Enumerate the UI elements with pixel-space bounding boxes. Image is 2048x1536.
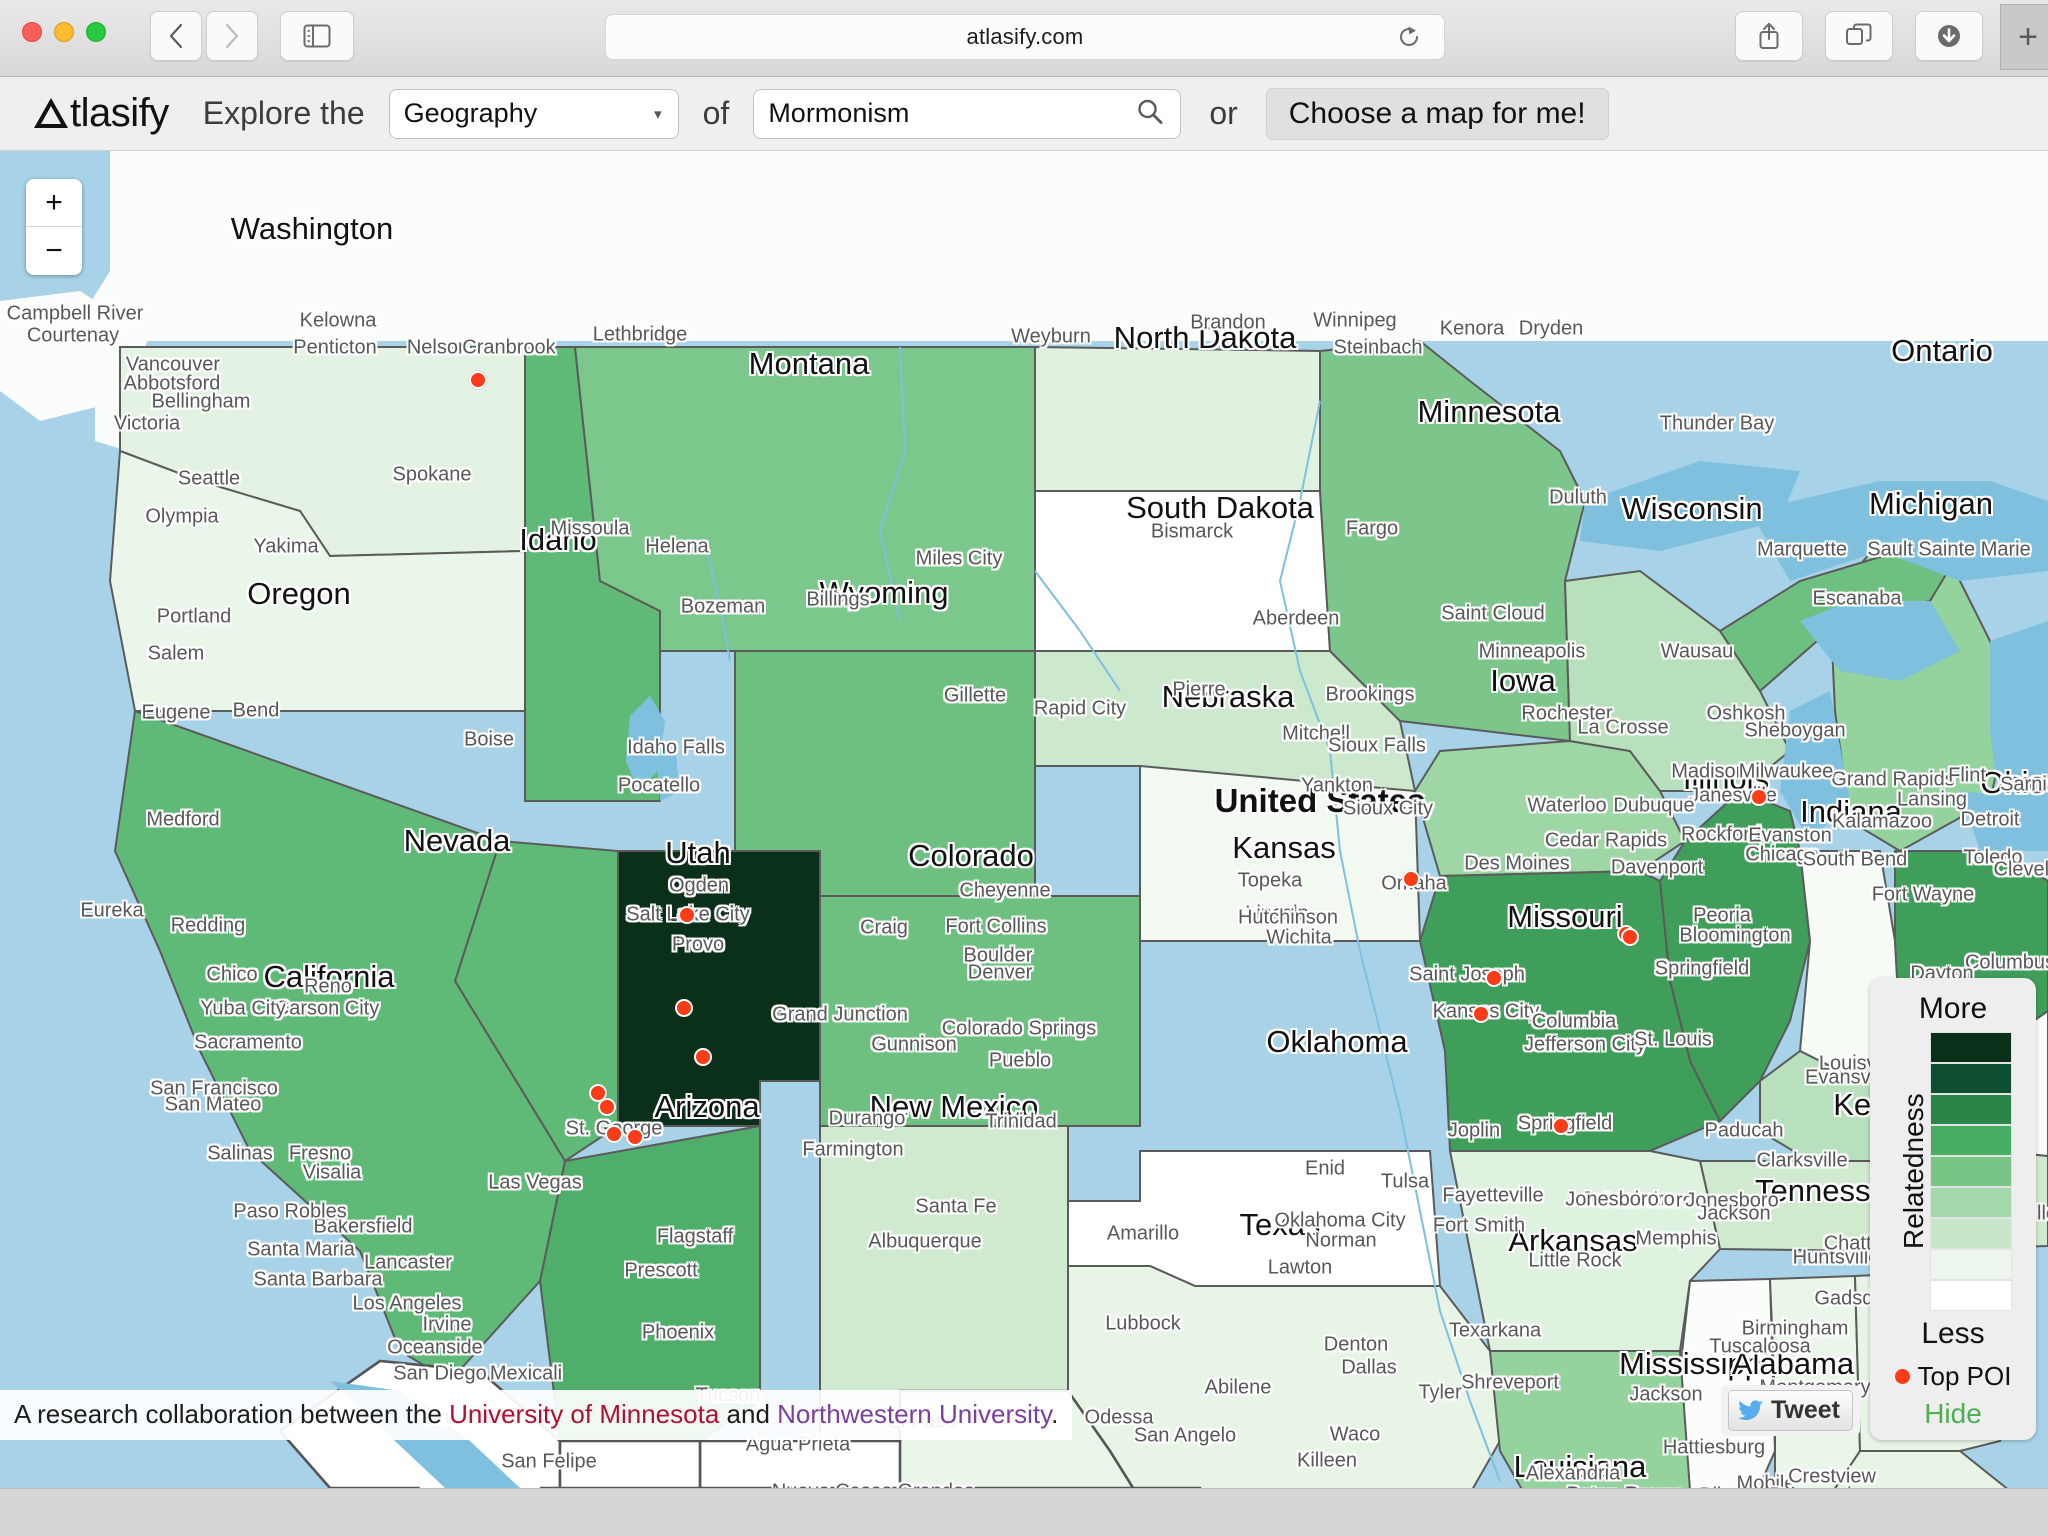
downloads-button[interactable] xyxy=(1915,11,1983,61)
legend-less-label: Less xyxy=(1921,1317,1985,1350)
of-label: of xyxy=(702,95,730,131)
tweet-widget: Tweet xyxy=(1721,1385,1860,1436)
sidebar-toggle-button[interactable] xyxy=(280,11,354,61)
forward-button[interactable] xyxy=(206,11,258,61)
legend-swatch xyxy=(1930,1094,2012,1125)
new-tab-label: + xyxy=(2018,18,2038,56)
choose-map-label: Choose a map for me! xyxy=(1288,96,1586,130)
poi-marker[interactable] xyxy=(1402,870,1420,888)
share-button[interactable] xyxy=(1735,11,1803,61)
category-select[interactable]: Geography ▾ xyxy=(388,88,679,139)
poi-marker[interactable] xyxy=(1621,928,1639,946)
chevron-left-icon xyxy=(169,23,183,49)
tabs-overview-button[interactable] xyxy=(1825,11,1893,61)
window-bottom-bar xyxy=(0,1488,2048,1536)
legend-poi-label: Top POI xyxy=(1917,1361,2012,1391)
legend-swatch xyxy=(1930,1063,2012,1094)
poi-marker[interactable] xyxy=(694,1048,712,1066)
northwestern-link[interactable]: Northwestern University xyxy=(777,1399,1051,1429)
sidebar-icon xyxy=(303,24,331,48)
poi-marker[interactable] xyxy=(605,1125,623,1143)
legend-more-label: More xyxy=(1918,992,1988,1025)
map-viewport[interactable]: .st { stroke:#5b5b5b; stroke-width:2; } … xyxy=(0,151,2048,1488)
legend-swatch xyxy=(1930,1187,2012,1218)
poi-marker[interactable] xyxy=(469,371,487,389)
logo-text: tlasify xyxy=(70,91,169,135)
new-tab-button[interactable]: + xyxy=(2000,4,2048,70)
chevron-down-icon: ▾ xyxy=(654,105,662,123)
window-traffic-lights xyxy=(22,22,106,42)
footer-credit: A research collaboration between the Uni… xyxy=(0,1390,1073,1440)
reload-icon xyxy=(1400,26,1418,46)
tabs-icon xyxy=(1846,23,1872,45)
reload-button[interactable] xyxy=(1396,24,1422,50)
atlasify-logo[interactable]: tlasify xyxy=(34,91,169,136)
category-value: Geography xyxy=(403,98,538,128)
legend-swatch xyxy=(1930,1249,2012,1280)
poi-marker[interactable] xyxy=(1552,1117,1570,1135)
choose-map-button[interactable]: Choose a map for me! xyxy=(1265,87,1609,140)
zoom-in-label: + xyxy=(45,185,63,219)
or-label: or xyxy=(1209,95,1238,131)
poi-marker[interactable] xyxy=(678,906,696,924)
legend-swatch xyxy=(1930,1156,2012,1187)
downloads-icon xyxy=(1938,25,1960,47)
legend-swatch xyxy=(1930,1280,2012,1311)
legend-swatch xyxy=(1930,1032,2012,1063)
credit-prefix: A research collaboration between the xyxy=(14,1399,450,1429)
legend-poi-dot-icon xyxy=(1894,1369,1910,1384)
legend-swatch xyxy=(1930,1125,2012,1156)
maximize-window-button[interactable] xyxy=(86,22,106,42)
choropleth-map: .st { stroke:#5b5b5b; stroke-width:2; } … xyxy=(0,151,2048,1488)
share-icon xyxy=(1759,22,1779,49)
legend-scale: Relatedness xyxy=(1894,1032,2012,1311)
credit-suffix: . xyxy=(1051,1399,1059,1429)
map-zoom-control[interactable]: + − xyxy=(26,179,82,275)
minimize-window-button[interactable] xyxy=(54,22,74,42)
tweet-label: Tweet xyxy=(1771,1396,1840,1424)
map-legend: More Relatedness Less Top POI Hide xyxy=(1870,978,2036,1440)
legend-poi-row: Top POI xyxy=(1894,1361,2012,1392)
credit-middle: and xyxy=(719,1399,778,1429)
legend-hide-label: Hide xyxy=(1924,1398,1982,1429)
legend-hide-button[interactable]: Hide xyxy=(1924,1398,1982,1430)
legend-swatch-list xyxy=(1930,1032,2012,1311)
url-text: atlasify.com xyxy=(966,24,1084,49)
chevron-right-icon xyxy=(225,23,239,49)
close-window-button[interactable] xyxy=(22,22,42,42)
tweet-button[interactable]: Tweet xyxy=(1728,1390,1853,1431)
triangle-a-icon xyxy=(34,98,68,128)
poi-marker[interactable] xyxy=(1472,1005,1490,1023)
address-bar[interactable]: atlasify.com xyxy=(605,14,1445,60)
poi-marker[interactable] xyxy=(626,1128,644,1146)
search-input[interactable]: Mormonism xyxy=(753,88,1182,139)
search-value: Mormonism xyxy=(768,98,910,128)
zoom-in-button[interactable]: + xyxy=(26,179,82,227)
back-button[interactable] xyxy=(150,11,202,61)
search-icon[interactable] xyxy=(1136,97,1164,130)
poi-marker[interactable] xyxy=(675,999,693,1017)
poi-marker[interactable] xyxy=(1485,969,1503,987)
zoom-out-button[interactable]: − xyxy=(26,227,82,275)
poi-marker[interactable] xyxy=(1750,788,1768,806)
umn-link[interactable]: University of Minnesota xyxy=(449,1399,719,1429)
poi-marker[interactable] xyxy=(598,1098,616,1116)
explore-label: Explore the xyxy=(202,95,365,131)
browser-toolbar: atlasify.com + xyxy=(0,0,2048,77)
twitter-bird-icon xyxy=(1738,1399,1764,1420)
zoom-out-label: − xyxy=(45,234,63,267)
legend-swatch xyxy=(1930,1218,2012,1249)
legend-axis-label: Relatedness xyxy=(1898,1093,1929,1250)
app-header: tlasify Explore the Geography ▾ of Mormo… xyxy=(0,77,2048,151)
